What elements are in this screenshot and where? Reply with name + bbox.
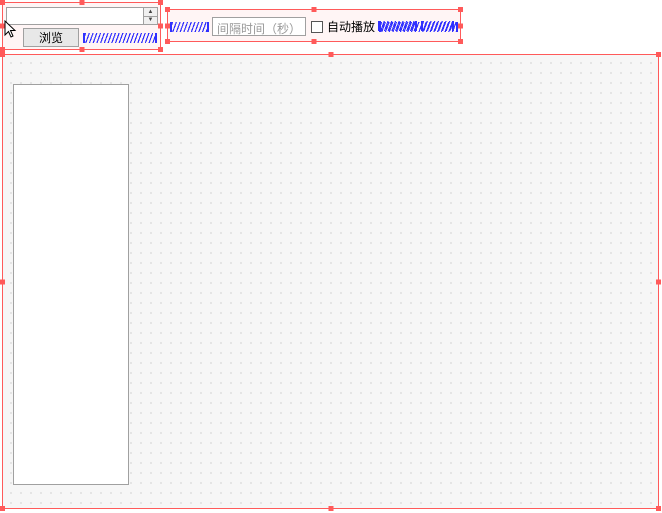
- layout-spring: [421, 21, 454, 31]
- interval-input-placeholder: 间隔时间（秒）: [217, 22, 301, 36]
- layout-spring: [378, 21, 417, 31]
- autoplay-checkbox[interactable]: 自动播放: [311, 18, 375, 35]
- designer-canvas[interactable]: [2, 54, 659, 509]
- interval-input[interactable]: 间隔时间（秒）: [212, 17, 306, 36]
- spin-up-icon[interactable]: ▲: [144, 8, 157, 17]
- combo-spin-buttons[interactable]: ▲ ▼: [143, 8, 157, 24]
- browse-button[interactable]: 浏览: [23, 28, 79, 47]
- layout-spring: [170, 22, 209, 32]
- checkbox-box-icon[interactable]: [311, 21, 323, 33]
- designer-selection-browse-group[interactable]: ▲ ▼ 浏览: [2, 2, 161, 50]
- preview-panel[interactable]: [13, 84, 129, 485]
- file-combo[interactable]: ▲ ▼: [6, 7, 158, 25]
- layout-spring: [83, 33, 157, 43]
- browse-button-label: 浏览: [39, 29, 63, 46]
- autoplay-label: 自动播放: [327, 18, 375, 35]
- spin-down-icon[interactable]: ▼: [144, 17, 157, 25]
